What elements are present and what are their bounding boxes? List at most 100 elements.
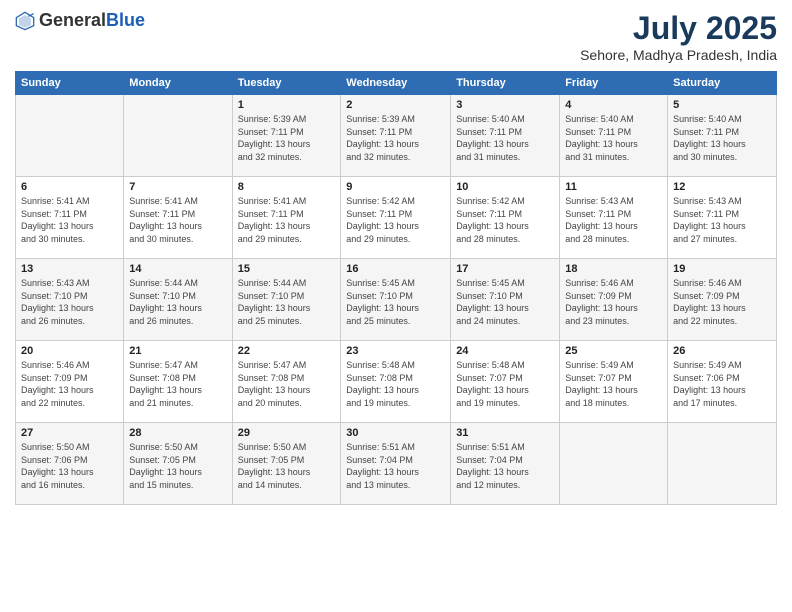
calendar-week-1: 1 Sunrise: 5:39 AM Sunset: 7:11 PM Daylig…: [16, 95, 777, 177]
calendar-cell: 29 Sunrise: 5:50 AM Sunset: 7:05 PM Dayli…: [232, 423, 341, 505]
header: GeneralBlue July 2025 Sehore, Madhya Pra…: [15, 10, 777, 63]
calendar-week-3: 13 Sunrise: 5:43 AM Sunset: 7:10 PM Dayli…: [16, 259, 777, 341]
calendar-cell: 10 Sunrise: 5:42 AM Sunset: 7:11 PM Dayli…: [451, 177, 560, 259]
calendar-cell: 3 Sunrise: 5:40 AM Sunset: 7:11 PM Daylig…: [451, 95, 560, 177]
calendar-cell: 18 Sunrise: 5:46 AM Sunset: 7:09 PM Dayli…: [560, 259, 668, 341]
day-number: 23: [346, 345, 445, 357]
calendar-cell: 25 Sunrise: 5:49 AM Sunset: 7:07 PM Dayli…: [560, 341, 668, 423]
logo-general: General: [39, 10, 106, 30]
day-number: 30: [346, 427, 445, 439]
day-info: Sunrise: 5:47 AM Sunset: 7:08 PM Dayligh…: [129, 359, 226, 409]
day-info: Sunrise: 5:50 AM Sunset: 7:05 PM Dayligh…: [238, 441, 336, 491]
calendar-cell: 24Sunrise: 5:48 AM Sunset: 7:07 PM Dayli…: [451, 341, 560, 423]
calendar-cell: 16Sunrise: 5:45 AM Sunset: 7:10 PM Dayli…: [341, 259, 451, 341]
day-number: 14: [129, 263, 226, 275]
col-tuesday: Tuesday: [232, 72, 341, 95]
logo-icon: [15, 11, 35, 31]
day-info: Sunrise: 5:40 AM Sunset: 7:11 PM Dayligh…: [565, 113, 662, 163]
day-number: 13: [21, 263, 118, 275]
calendar-cell: 15 Sunrise: 5:44 AM Sunset: 7:10 PM Dayli…: [232, 259, 341, 341]
calendar-header-row: Sunday Monday Tuesday Wednesday Thursday…: [16, 72, 777, 95]
calendar-cell: 23Sunrise: 5:48 AM Sunset: 7:08 PM Dayli…: [341, 341, 451, 423]
day-info: Sunrise: 5:44 AM Sunset: 7:10 PM Dayligh…: [238, 277, 336, 327]
day-number: 3: [456, 99, 554, 111]
day-number: 1: [238, 99, 336, 111]
day-info: Sunrise: 5:43 AM Sunset: 7:11 PM Dayligh…: [565, 195, 662, 245]
col-wednesday: Wednesday: [341, 72, 451, 95]
day-info: Sunrise: 5:46 AM Sunset: 7:09 PM Dayligh…: [21, 359, 118, 409]
calendar-cell: 4 Sunrise: 5:40 AM Sunset: 7:11 PM Daylig…: [560, 95, 668, 177]
day-info: Sunrise: 5:39 AM Sunset: 7:11 PM Dayligh…: [346, 113, 445, 163]
col-saturday: Saturday: [668, 72, 777, 95]
col-monday: Monday: [124, 72, 232, 95]
col-friday: Friday: [560, 72, 668, 95]
calendar-cell: 13 Sunrise: 5:43 AM Sunset: 7:10 PM Dayli…: [16, 259, 124, 341]
day-info: Sunrise: 5:41 AM Sunset: 7:11 PM Dayligh…: [238, 195, 336, 245]
logo-blue: Blue: [106, 10, 145, 30]
calendar-cell: [16, 95, 124, 177]
calendar-cell: 19 Sunrise: 5:46 AM Sunset: 7:09 PM Dayli…: [668, 259, 777, 341]
day-info: Sunrise: 5:48 AM Sunset: 7:07 PM Dayligh…: [456, 359, 554, 409]
day-number: 18: [565, 263, 662, 275]
calendar-cell: 27 Sunrise: 5:50 AM Sunset: 7:06 PM Dayli…: [16, 423, 124, 505]
day-number: 4: [565, 99, 662, 111]
calendar-cell: 1 Sunrise: 5:39 AM Sunset: 7:11 PM Daylig…: [232, 95, 341, 177]
calendar-cell: 20 Sunrise: 5:46 AM Sunset: 7:09 PM Dayli…: [16, 341, 124, 423]
day-number: 21: [129, 345, 226, 357]
day-info: Sunrise: 5:49 AM Sunset: 7:07 PM Dayligh…: [565, 359, 662, 409]
day-number: 16: [346, 263, 445, 275]
calendar-cell: [668, 423, 777, 505]
day-number: 29: [238, 427, 336, 439]
day-number: 27: [21, 427, 118, 439]
day-info: Sunrise: 5:43 AM Sunset: 7:11 PM Dayligh…: [673, 195, 771, 245]
day-info: Sunrise: 5:50 AM Sunset: 7:06 PM Dayligh…: [21, 441, 118, 491]
logo: GeneralBlue: [15, 10, 145, 31]
calendar-cell: 28Sunrise: 5:50 AM Sunset: 7:05 PM Dayli…: [124, 423, 232, 505]
logo-text: GeneralBlue: [39, 10, 145, 31]
day-number: 10: [456, 181, 554, 193]
calendar-cell: 30 Sunrise: 5:51 AM Sunset: 7:04 PM Dayli…: [341, 423, 451, 505]
col-thursday: Thursday: [451, 72, 560, 95]
day-info: Sunrise: 5:42 AM Sunset: 7:11 PM Dayligh…: [456, 195, 554, 245]
calendar-cell: 11Sunrise: 5:43 AM Sunset: 7:11 PM Dayli…: [560, 177, 668, 259]
day-info: Sunrise: 5:40 AM Sunset: 7:11 PM Dayligh…: [456, 113, 554, 163]
calendar-cell: 5 Sunrise: 5:40 AM Sunset: 7:11 PM Daylig…: [668, 95, 777, 177]
day-info: Sunrise: 5:43 AM Sunset: 7:10 PM Dayligh…: [21, 277, 118, 327]
calendar-week-2: 6Sunrise: 5:41 AM Sunset: 7:11 PM Daylig…: [16, 177, 777, 259]
day-number: 5: [673, 99, 771, 111]
day-info: Sunrise: 5:44 AM Sunset: 7:10 PM Dayligh…: [129, 277, 226, 327]
day-info: Sunrise: 5:46 AM Sunset: 7:09 PM Dayligh…: [673, 277, 771, 327]
day-info: Sunrise: 5:40 AM Sunset: 7:11 PM Dayligh…: [673, 113, 771, 163]
day-info: Sunrise: 5:47 AM Sunset: 7:08 PM Dayligh…: [238, 359, 336, 409]
day-number: 25: [565, 345, 662, 357]
month-year: July 2025: [580, 10, 777, 47]
calendar-cell: 8 Sunrise: 5:41 AM Sunset: 7:11 PM Daylig…: [232, 177, 341, 259]
day-info: Sunrise: 5:46 AM Sunset: 7:09 PM Dayligh…: [565, 277, 662, 327]
day-info: Sunrise: 5:51 AM Sunset: 7:04 PM Dayligh…: [346, 441, 445, 491]
day-number: 2: [346, 99, 445, 111]
day-info: Sunrise: 5:39 AM Sunset: 7:11 PM Dayligh…: [238, 113, 336, 163]
day-number: 17: [456, 263, 554, 275]
calendar-cell: 26Sunrise: 5:49 AM Sunset: 7:06 PM Dayli…: [668, 341, 777, 423]
day-number: 15: [238, 263, 336, 275]
day-number: 20: [21, 345, 118, 357]
calendar-cell: 21 Sunrise: 5:47 AM Sunset: 7:08 PM Dayli…: [124, 341, 232, 423]
day-number: 26: [673, 345, 771, 357]
day-info: Sunrise: 5:41 AM Sunset: 7:11 PM Dayligh…: [129, 195, 226, 245]
calendar-table: Sunday Monday Tuesday Wednesday Thursday…: [15, 71, 777, 505]
calendar-cell: 6Sunrise: 5:41 AM Sunset: 7:11 PM Daylig…: [16, 177, 124, 259]
calendar-cell: 7Sunrise: 5:41 AM Sunset: 7:11 PM Daylig…: [124, 177, 232, 259]
day-info: Sunrise: 5:42 AM Sunset: 7:11 PM Dayligh…: [346, 195, 445, 245]
day-number: 8: [238, 181, 336, 193]
day-number: 28: [129, 427, 226, 439]
day-number: 19: [673, 263, 771, 275]
calendar-cell: 9Sunrise: 5:42 AM Sunset: 7:11 PM Daylig…: [341, 177, 451, 259]
day-number: 22: [238, 345, 336, 357]
calendar-cell: 14 Sunrise: 5:44 AM Sunset: 7:10 PM Dayli…: [124, 259, 232, 341]
calendar-cell: 17Sunrise: 5:45 AM Sunset: 7:10 PM Dayli…: [451, 259, 560, 341]
col-sunday: Sunday: [16, 72, 124, 95]
calendar-cell: 12 Sunrise: 5:43 AM Sunset: 7:11 PM Dayli…: [668, 177, 777, 259]
day-number: 12: [673, 181, 771, 193]
calendar-cell: 2 Sunrise: 5:39 AM Sunset: 7:11 PM Daylig…: [341, 95, 451, 177]
page: GeneralBlue July 2025 Sehore, Madhya Pra…: [0, 0, 792, 612]
